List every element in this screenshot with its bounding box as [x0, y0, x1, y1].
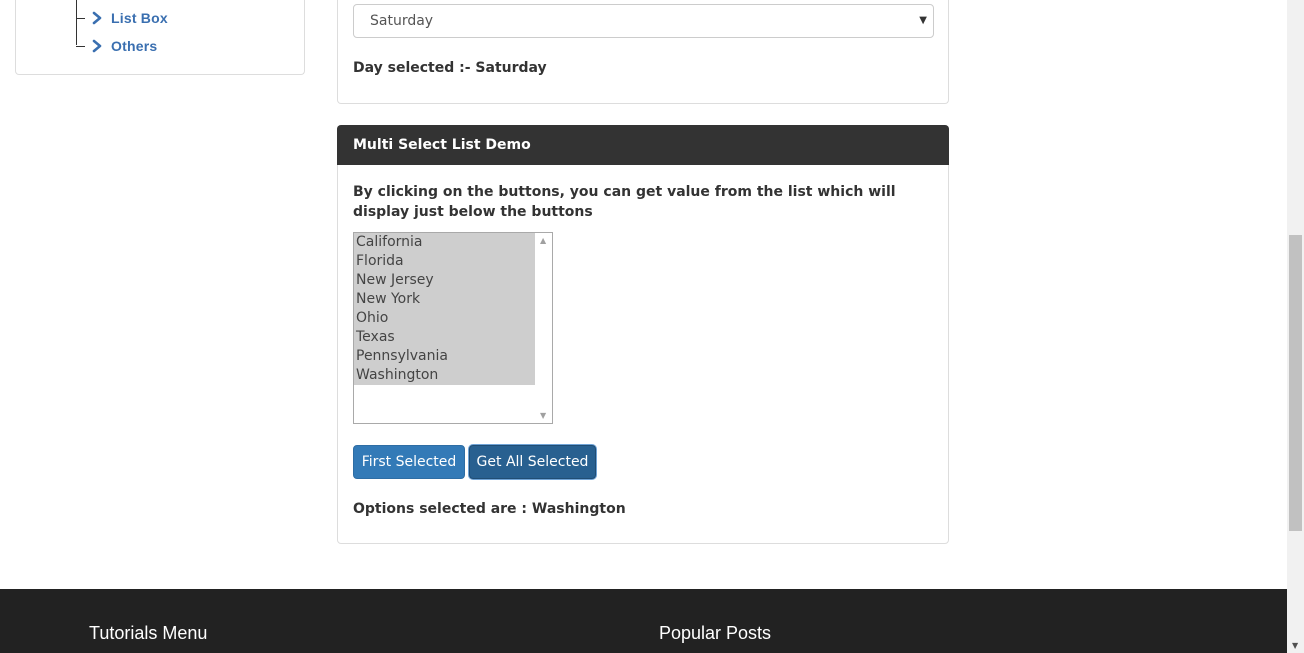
listbox-options: California Florida New Jersey New York O… — [354, 233, 535, 385]
list-option[interactable]: Florida — [354, 252, 535, 271]
panel-heading: Multi Select List Demo — [337, 125, 949, 165]
scrollbar-thumb[interactable] — [1289, 235, 1302, 531]
get-all-selected-button[interactable]: Get All Selected — [469, 445, 596, 479]
scroll-down-arrow-icon[interactable]: ▼ — [540, 411, 546, 420]
day-selected-text: Day selected :- Saturday — [353, 60, 547, 76]
multi-select-listbox[interactable]: California Florida New Jersey New York O… — [353, 232, 553, 424]
sidebar-menu: List Box Others — [15, 0, 305, 75]
content-area: List Box Others Saturday ▼ Day selected … — [0, 0, 1287, 589]
sidebar-item-label[interactable]: Others — [111, 38, 157, 54]
list-option[interactable]: Ohio — [354, 309, 535, 328]
list-option[interactable]: New Jersey — [354, 271, 535, 290]
page-scrollbar[interactable]: ▼ — [1287, 0, 1304, 653]
sidebar-item-others[interactable]: Others — [76, 36, 157, 56]
listbox-scrollbar[interactable]: ▲ ▼ — [535, 233, 552, 423]
sidebar-item-list-box[interactable]: List Box — [76, 8, 168, 28]
scroll-up-arrow-icon[interactable]: ▲ — [540, 236, 546, 245]
tree-connector — [76, 17, 85, 19]
list-option[interactable]: California — [354, 233, 535, 252]
day-select-value: Saturday — [370, 13, 434, 29]
list-option[interactable]: Texas — [354, 328, 535, 347]
tree-connector — [76, 45, 85, 47]
first-selected-button[interactable]: First Selected — [353, 445, 465, 479]
panel-description: By clicking on the buttons, you can get … — [353, 184, 896, 220]
options-selected-text: Options selected are : Washington — [353, 501, 626, 517]
scroll-down-arrow-icon[interactable]: ▼ — [1292, 641, 1298, 650]
footer: Tutorials Menu Popular Posts — [0, 589, 1287, 653]
day-select[interactable]: Saturday ▼ — [353, 4, 934, 38]
sidebar-item-label[interactable]: List Box — [111, 10, 168, 26]
list-option[interactable]: Pennsylvania — [354, 347, 535, 366]
page: List Box Others Saturday ▼ Day selected … — [0, 0, 1304, 653]
caret-down-icon: ▼ — [919, 15, 927, 26]
footer-popular-posts-title: Popular Posts — [659, 623, 772, 643]
multi-select-panel: Multi Select List Demo By clicking on th… — [337, 125, 949, 544]
select-list-panel: Saturday ▼ Day selected :- Saturday — [337, 0, 949, 104]
chevron-right-icon — [92, 11, 102, 25]
list-option[interactable]: Washington — [354, 366, 535, 385]
chevron-right-icon — [92, 39, 102, 53]
list-option[interactable]: New York — [354, 290, 535, 309]
footer-tutorials-menu-title: Tutorials Menu — [89, 623, 208, 643]
